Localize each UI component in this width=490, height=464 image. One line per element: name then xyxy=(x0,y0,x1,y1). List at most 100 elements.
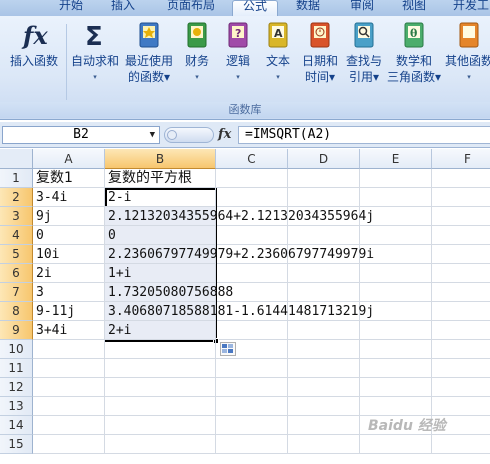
cell-empty[interactable] xyxy=(432,340,490,359)
cell-empty[interactable] xyxy=(288,416,360,435)
cell-b[interactable]: 2.12132034355964+2.12132034355964j xyxy=(105,207,374,226)
row-header[interactable]: 5 xyxy=(0,245,33,264)
row-header[interactable]: 7 xyxy=(0,283,33,302)
cell-empty[interactable] xyxy=(360,169,432,188)
column-header-e[interactable]: E xyxy=(360,149,432,169)
cell-b[interactable] xyxy=(105,340,216,359)
cell-empty[interactable] xyxy=(360,321,432,340)
cell-empty[interactable] xyxy=(432,245,490,264)
more-functions-button[interactable]: 其他函数 ▾ xyxy=(444,20,490,85)
column-header-d[interactable]: D xyxy=(288,149,360,169)
row-header[interactable]: 13 xyxy=(0,397,33,416)
formula-input[interactable]: =IMSQRT(A2) xyxy=(238,126,490,144)
cell-empty[interactable] xyxy=(360,264,432,283)
cell-empty[interactable] xyxy=(432,397,490,416)
cell-a[interactable]: 3+4i xyxy=(33,321,105,340)
cell-b[interactable] xyxy=(105,378,216,397)
cell-b[interactable] xyxy=(105,359,216,378)
cell-empty[interactable] xyxy=(288,397,360,416)
financial-button[interactable]: 财务 ▾ xyxy=(178,20,216,85)
cell-empty[interactable] xyxy=(360,359,432,378)
auto-fill-options-icon[interactable] xyxy=(220,342,236,356)
cell-empty[interactable] xyxy=(288,435,360,454)
cell-b[interactable]: 3.40680718588181-1.61441481713219j xyxy=(105,302,374,321)
cell-a[interactable]: 10i xyxy=(33,245,105,264)
tab-formulas[interactable]: 公式 xyxy=(232,0,278,16)
cell-empty[interactable] xyxy=(216,435,288,454)
cell-a[interactable]: 复数1 xyxy=(33,169,105,188)
cell-empty[interactable] xyxy=(360,397,432,416)
cell-a[interactable]: 9-11j xyxy=(33,302,105,321)
cell-a[interactable]: 3-4i xyxy=(33,188,105,207)
row-header[interactable]: 8 xyxy=(0,302,33,321)
cell-b[interactable]: 2.23606797749979+2.23606797749979i xyxy=(105,245,374,264)
cell-empty[interactable] xyxy=(360,188,432,207)
cell-empty[interactable] xyxy=(432,302,490,321)
cell-b[interactable]: 复数的平方根 xyxy=(105,169,216,188)
formula-bar-resize-handle[interactable] xyxy=(164,127,214,143)
cell-b[interactable]: 2-i xyxy=(105,188,216,207)
cell-empty[interactable] xyxy=(360,378,432,397)
cell-b[interactable]: 2+i xyxy=(105,321,216,340)
column-header-b[interactable]: B xyxy=(105,149,216,169)
cell-empty[interactable] xyxy=(216,264,288,283)
cell-empty[interactable] xyxy=(432,435,490,454)
cell-empty[interactable] xyxy=(288,359,360,378)
cell-b[interactable] xyxy=(105,435,216,454)
cell-a[interactable] xyxy=(33,397,105,416)
row-header[interactable]: 2 xyxy=(0,188,33,207)
tab-data[interactable]: 数据 xyxy=(286,0,330,16)
chevron-down-icon[interactable]: ▼ xyxy=(150,127,155,143)
column-header-a[interactable]: A xyxy=(33,149,105,169)
cell-a[interactable] xyxy=(33,359,105,378)
cell-a[interactable]: 0 xyxy=(33,226,105,245)
cell-empty[interactable] xyxy=(216,169,288,188)
cell-empty[interactable] xyxy=(360,283,432,302)
column-header-f[interactable]: F xyxy=(432,149,490,169)
cell-empty[interactable] xyxy=(216,226,288,245)
row-header[interactable]: 1 xyxy=(0,169,33,188)
cell-empty[interactable] xyxy=(288,264,360,283)
row-header[interactable]: 4 xyxy=(0,226,33,245)
row-header[interactable]: 6 xyxy=(0,264,33,283)
name-box[interactable]: B2 ▼ xyxy=(2,126,160,144)
row-header[interactable]: 14 xyxy=(0,416,33,435)
row-header[interactable]: 9 xyxy=(0,321,33,340)
cell-empty[interactable] xyxy=(360,226,432,245)
select-all-corner[interactable] xyxy=(0,149,33,169)
cell-a[interactable]: 9j xyxy=(33,207,105,226)
cell-empty[interactable] xyxy=(432,321,490,340)
cell-empty[interactable] xyxy=(216,321,288,340)
financial-dropdown-arrow[interactable]: ▾ xyxy=(178,69,216,85)
cell-empty[interactable] xyxy=(432,207,490,226)
recent-functions-button[interactable]: 最近使用 的函数▾ xyxy=(122,20,176,85)
cell-a[interactable] xyxy=(33,435,105,454)
row-header[interactable]: 15 xyxy=(0,435,33,454)
cell-a[interactable] xyxy=(33,416,105,435)
cell-empty[interactable] xyxy=(216,188,288,207)
cell-b[interactable]: 0 xyxy=(105,226,216,245)
cell-empty[interactable] xyxy=(288,169,360,188)
tab-view[interactable]: 视图 xyxy=(392,0,436,16)
cell-empty[interactable] xyxy=(288,283,360,302)
autosum-dropdown-arrow[interactable]: ▾ xyxy=(68,69,122,85)
row-header[interactable]: 3 xyxy=(0,207,33,226)
cell-empty[interactable] xyxy=(432,264,490,283)
math-trig-button[interactable]: θ 数学和 三角函数▾ xyxy=(386,20,442,85)
insert-function-fx-icon[interactable]: fx xyxy=(218,127,231,142)
cell-empty[interactable] xyxy=(360,340,432,359)
cell-b[interactable]: 1+i xyxy=(105,264,216,283)
more-functions-dropdown-arrow[interactable]: ▾ xyxy=(444,69,490,85)
cell-empty[interactable] xyxy=(216,359,288,378)
cell-empty[interactable] xyxy=(216,378,288,397)
cell-empty[interactable] xyxy=(288,226,360,245)
cell-empty[interactable] xyxy=(288,321,360,340)
logical-button[interactable]: ? 逻辑 ▾ xyxy=(220,20,256,85)
row-header[interactable]: 10 xyxy=(0,340,33,359)
text-functions-button[interactable]: A 文本 ▾ xyxy=(260,20,296,85)
autosum-button[interactable]: Σ 自动求和 ▾ xyxy=(68,20,122,85)
cell-empty[interactable] xyxy=(432,226,490,245)
cell-b[interactable]: 1.73205080756888 xyxy=(105,283,233,302)
tab-insert[interactable]: 插入 xyxy=(100,0,146,16)
cell-empty[interactable] xyxy=(288,340,360,359)
